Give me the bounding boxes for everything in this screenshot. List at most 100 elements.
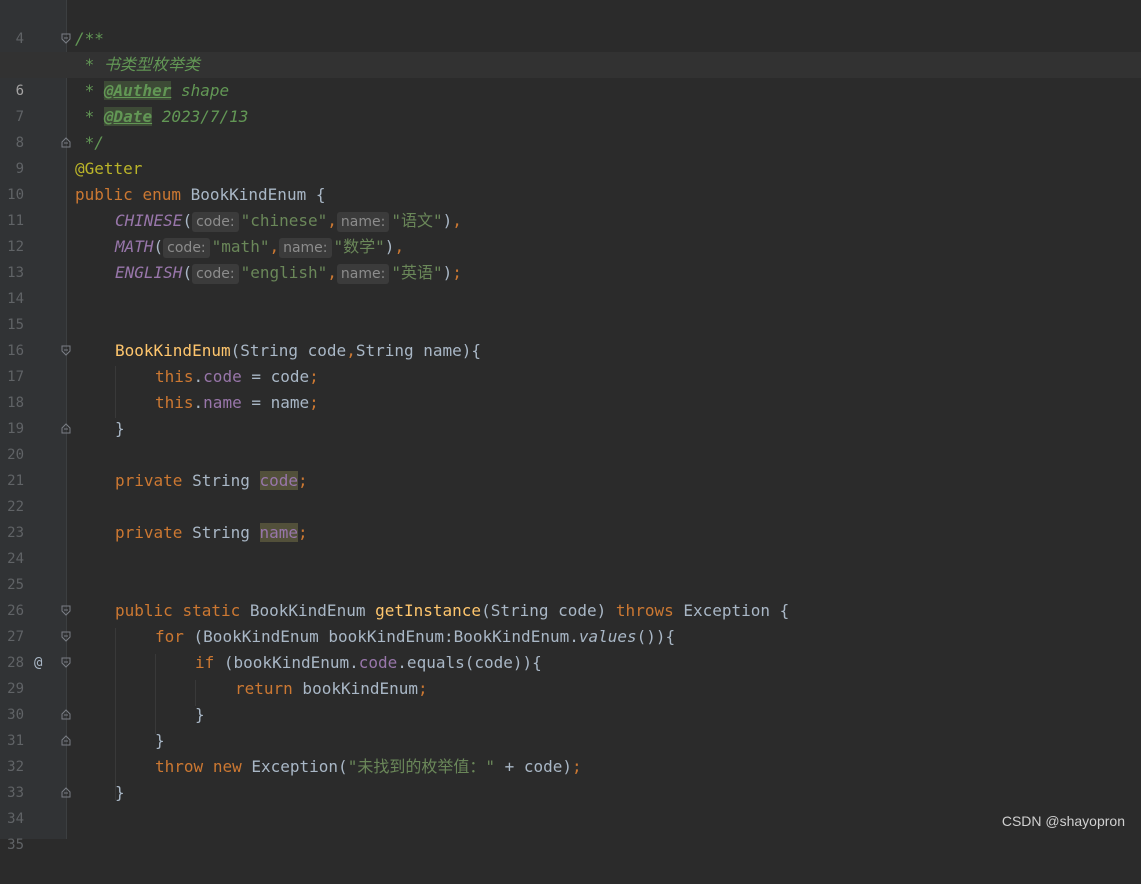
- code-line: 26: [0, 572, 1141, 619]
- semicolon: ;: [418, 679, 428, 698]
- fold-end-icon[interactable]: [61, 735, 71, 746]
- code-text: ()){: [636, 627, 676, 646]
- comma: ,: [452, 211, 462, 230]
- code-text: (BookKindEnum bookKindEnum:BookKindEnum.: [183, 627, 579, 646]
- code-text: = name: [241, 393, 310, 412]
- enum-constant[interactable]: MATH: [115, 237, 154, 256]
- code-line: 27 @ public static BookKindEnum getInsta…: [0, 598, 1141, 671]
- doc-comment-star: *: [75, 55, 104, 74]
- annotation-getter[interactable]: @Getter: [75, 156, 142, 182]
- code-text: Exception(: [241, 757, 348, 776]
- keyword: return: [235, 679, 293, 698]
- code-line: 11 public enum BookKindEnum {: [0, 182, 1141, 229]
- code-line: 30 return bookKindEnum;: [0, 676, 1141, 723]
- keyword: new: [212, 757, 242, 776]
- keyword: public: [115, 601, 173, 620]
- code-line: 23: [0, 494, 1141, 541]
- fold-icon[interactable]: [61, 605, 71, 616]
- enum-constant[interactable]: ENGLISH: [115, 263, 182, 282]
- keyword: this: [155, 393, 194, 412]
- doc-tag-date[interactable]: @Date: [103, 107, 153, 126]
- code-text: bookKindEnum: [292, 679, 419, 698]
- semicolon: ;: [309, 367, 319, 386]
- doc-tag-auther[interactable]: @Auther: [103, 81, 172, 100]
- string-literal: "语文": [391, 211, 443, 230]
- doc-comment-text: shape: [171, 81, 230, 100]
- code-line: 13 MATH(code: "math", name: "数学"),: [0, 234, 1141, 281]
- semicolon: ;: [309, 393, 319, 412]
- comma: ,: [346, 341, 356, 360]
- doc-comment-close: */: [75, 133, 104, 152]
- keyword: for: [155, 627, 184, 646]
- code-line: 5 /**: [0, 26, 1141, 73]
- field-ref[interactable]: code: [203, 367, 242, 386]
- watermark: CSDN @shayopron: [1001, 813, 1125, 829]
- closing-brace: }: [115, 783, 125, 802]
- code-text: (bookKindEnum.: [214, 653, 359, 672]
- code-line: 19 this.name = name;: [0, 390, 1141, 437]
- code-text: (String code: [230, 341, 347, 360]
- keyword: if: [195, 653, 215, 672]
- doc-comment-open: /**: [75, 29, 104, 48]
- code-text: {: [306, 185, 326, 204]
- code-line: 32 }: [0, 728, 1141, 775]
- enum-constant[interactable]: CHINESE: [115, 211, 182, 230]
- field-ref[interactable]: code: [359, 653, 398, 672]
- code-line: 35: [0, 806, 1141, 853]
- closing-brace: }: [115, 419, 125, 438]
- doc-comment-text: 2023/7/13: [152, 107, 249, 126]
- code-line: 29 if (bookKindEnum.code.equals(code)){: [0, 650, 1141, 697]
- code-line: 24 private String name;: [0, 520, 1141, 567]
- code-line: 34 }: [0, 780, 1141, 827]
- keyword: static: [182, 601, 241, 620]
- code-text: + code): [494, 757, 573, 776]
- param-hint: name:: [279, 238, 332, 258]
- field-declaration[interactable]: code: [259, 471, 299, 490]
- code-line: 33 throw new Exception("未找到的枚举值：" + code…: [0, 754, 1141, 801]
- code-text: (String code): [481, 601, 616, 620]
- param-hint: name:: [336, 264, 390, 284]
- fold-end-icon[interactable]: [61, 709, 71, 720]
- fold-icon[interactable]: [61, 345, 71, 356]
- fold-icon[interactable]: [61, 33, 71, 44]
- class-name[interactable]: BookKindEnum: [191, 185, 307, 204]
- comma: ,: [269, 237, 280, 256]
- code-text: Exception {: [673, 601, 790, 620]
- code-line: 8 * @Date 2023/7/13: [0, 104, 1141, 151]
- param-hint: code:: [192, 212, 239, 232]
- code-line: 10 @Getter: [0, 156, 1141, 203]
- code-text: String name){: [355, 341, 482, 360]
- code-text: = code: [241, 367, 310, 386]
- fold-icon[interactable]: [61, 657, 71, 668]
- code-line: 21: [0, 442, 1141, 489]
- keyword: throws: [615, 601, 674, 620]
- fold-end-icon[interactable]: [61, 137, 71, 148]
- code-line: 28 for (BookKindEnum bookKindEnum:BookKi…: [0, 624, 1141, 671]
- string-literal: "英语": [391, 263, 443, 282]
- code-line: 20 }: [0, 416, 1141, 463]
- closing-brace: }: [155, 731, 165, 750]
- type-name: String: [182, 523, 260, 542]
- param-hint: code:: [192, 264, 239, 284]
- method-call[interactable]: values: [579, 627, 637, 646]
- code-line: 14 ENGLISH(code: "english", name: "英语");: [0, 260, 1141, 307]
- method-name[interactable]: getInstance: [375, 601, 481, 620]
- keyword: private: [115, 523, 183, 542]
- doc-comment-star: *: [75, 81, 104, 100]
- field-ref[interactable]: name: [203, 393, 242, 412]
- doc-comment-star: *: [75, 107, 104, 126]
- field-declaration[interactable]: name: [259, 523, 299, 542]
- fold-end-icon[interactable]: [61, 423, 71, 434]
- string-literal: "math": [211, 237, 270, 256]
- fold-end-icon[interactable]: [61, 787, 71, 798]
- param-hint: code:: [163, 238, 210, 258]
- semicolon: ;: [452, 263, 462, 282]
- code-line: 16: [0, 312, 1141, 359]
- code-line: 22 private String code;: [0, 468, 1141, 515]
- fold-icon[interactable]: [61, 631, 71, 642]
- constructor-name[interactable]: BookKindEnum: [115, 341, 231, 360]
- keyword: this: [155, 367, 194, 386]
- string-literal: "未找到的枚举值：": [347, 757, 495, 776]
- closing-brace: }: [195, 705, 205, 724]
- code-line-current: 6 * 书类型枚举类: [0, 52, 1141, 99]
